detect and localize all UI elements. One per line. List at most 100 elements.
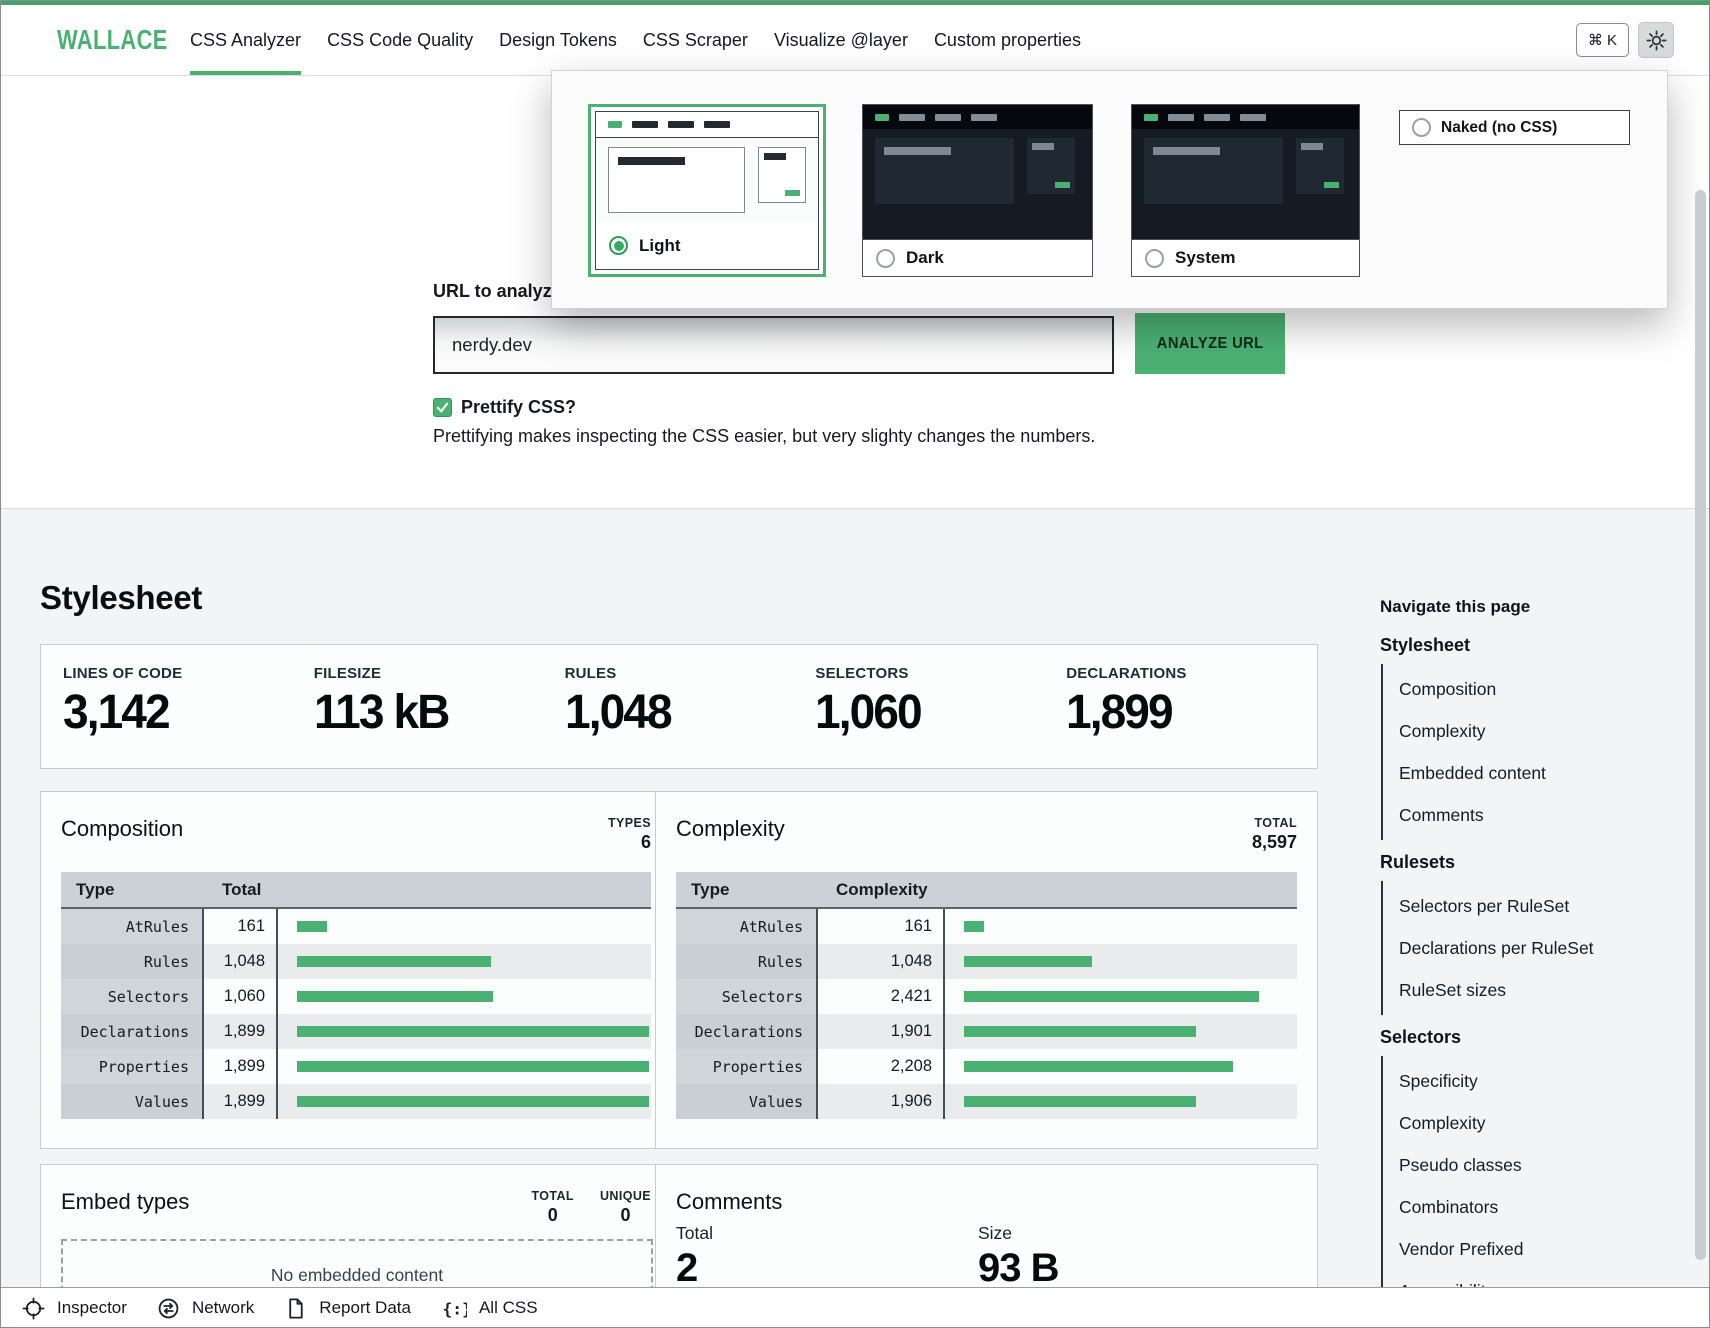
preview-navbar — [863, 105, 1092, 129]
page-nav-item-declarations-per-ruleset[interactable]: Declarations per RuleSet — [1399, 927, 1670, 969]
page-nav-item-combinators[interactable]: Combinators — [1399, 1186, 1670, 1228]
statusbar-report-data[interactable]: Report Data — [284, 1297, 411, 1320]
page-scrollbar[interactable] — [1695, 190, 1706, 1260]
page-nav-section-selectors[interactable]: Selectors — [1380, 1027, 1670, 1048]
light-label: Light — [639, 236, 681, 256]
preview-button-chip — [1324, 182, 1339, 188]
system-radio[interactable] — [1145, 249, 1164, 268]
stat-lines-of-code: LINES OF CODE 3,142 — [63, 665, 314, 768]
dark-label: Dark — [906, 248, 944, 268]
preview-main-panel — [1144, 138, 1283, 204]
tab-design-tokens[interactable]: Design Tokens — [499, 5, 617, 75]
comments-card: Comments Total 2 Size 93 B — [655, 1164, 1318, 1288]
theme-picker-panel: Light Dark — [551, 70, 1668, 309]
complexity-table: Type Complexity AtRules 161 Rules 1,048 … — [676, 872, 1297, 1119]
comments-total-metric: Total 2 — [676, 1223, 978, 1288]
table-row: Properties 2,208 — [676, 1049, 1297, 1084]
tab-css-scraper[interactable]: CSS Scraper — [643, 5, 748, 75]
complexity-bar — [964, 956, 1092, 967]
theme-option-naked[interactable]: Naked (no CSS) — [1399, 110, 1630, 145]
inspector-crosshair-icon — [22, 1297, 45, 1320]
statusbar-all-css[interactable]: {:} All CSS — [441, 1297, 538, 1320]
tab-custom-properties[interactable]: Custom properties — [934, 5, 1081, 75]
url-input[interactable] — [433, 316, 1114, 374]
table-row: Values 1,899 — [61, 1084, 651, 1119]
preview-nav-chip — [632, 121, 658, 128]
theme-light-row: Light — [596, 222, 818, 269]
complexity-bar — [964, 1026, 1196, 1037]
embed-total-meta: TOTAL 0 — [531, 1189, 574, 1226]
all-css-braces-icon: {:} — [441, 1297, 467, 1320]
dark-radio[interactable] — [876, 249, 895, 268]
tab-visualize-layer[interactable]: Visualize @layer — [774, 5, 908, 75]
page-nav-item-pseudo-classes[interactable]: Pseudo classes — [1399, 1144, 1670, 1186]
theme-preview-system — [1132, 105, 1359, 239]
stat-declarations: DECLARATIONS 1,899 — [1066, 665, 1317, 768]
prettify-checkbox[interactable] — [433, 398, 452, 417]
stylesheet-stats-card: LINES OF CODE 3,142 FILESIZE 113 kB RULE… — [40, 644, 1318, 769]
statusbar-inspector[interactable]: Inspector — [22, 1297, 127, 1320]
preview-logo-chip — [1144, 114, 1158, 121]
theme-option-light[interactable]: Light — [588, 104, 826, 277]
embed-unique-meta: UNIQUE 0 — [600, 1189, 651, 1226]
preview-nav-chip — [1168, 114, 1194, 121]
table-row: AtRules 161 — [676, 909, 1297, 944]
complexity-card: Complexity TOTAL 8,597 Type Complexity A… — [655, 791, 1318, 1149]
top-navbar: WALLACE CSS Analyzer CSS Code Quality De… — [0, 5, 1710, 76]
composition-card: Composition TYPES 6 Type Total AtRules 1… — [40, 791, 672, 1149]
complexity-title: Complexity — [676, 816, 785, 842]
preview-text-bar — [1301, 143, 1323, 150]
theme-toggle-button[interactable] — [1638, 22, 1674, 58]
network-icon — [157, 1297, 180, 1320]
page-nav-item-complexity[interactable]: Complexity — [1399, 710, 1670, 752]
prettify-label: Prettify CSS? — [461, 397, 576, 418]
preview-text-bar — [764, 153, 786, 160]
naked-label: Naked (no CSS) — [1441, 119, 1557, 137]
table-row: Declarations 1,899 — [61, 1014, 651, 1049]
complexity-bar — [964, 1096, 1196, 1107]
page-nav-item-composition[interactable]: Composition — [1399, 668, 1670, 710]
composition-bar — [297, 991, 493, 1002]
page-nav-item-comments[interactable]: Comments — [1399, 794, 1670, 836]
embed-types-card: Embed types TOTAL 0 UNIQUE 0 No embedded… — [40, 1164, 672, 1288]
statusbar-network[interactable]: Network — [157, 1297, 254, 1320]
page-nav-section-stylesheet[interactable]: Stylesheet — [1380, 635, 1670, 656]
complexity-bar — [964, 1061, 1233, 1072]
preview-nav-chip — [899, 114, 925, 121]
light-radio[interactable] — [609, 236, 628, 255]
command-palette-shortcut-button[interactable]: ⌘ K — [1576, 23, 1629, 57]
devtools-statusbar: Inspector Network Report Data {:} All CS… — [0, 1287, 1710, 1328]
page-nav-item-selectors-per-ruleset[interactable]: Selectors per RuleSet — [1399, 885, 1670, 927]
page-nav-item-vendor-prefixed[interactable]: Vendor Prefixed — [1399, 1228, 1670, 1270]
preview-side-panel — [1296, 138, 1344, 194]
composition-title: Composition — [61, 816, 183, 842]
prettify-help-text: Prettifying makes inspecting the CSS eas… — [433, 426, 1095, 447]
page-nav-section-rulesets[interactable]: Rulesets — [1380, 852, 1670, 873]
tab-css-code-quality[interactable]: CSS Code Quality — [327, 5, 473, 75]
table-row: AtRules 161 — [61, 909, 651, 944]
composition-bar — [297, 1061, 649, 1072]
table-row: Declarations 1,901 — [676, 1014, 1297, 1049]
embed-types-title: Embed types — [61, 1189, 189, 1215]
tab-css-analyzer[interactable]: CSS Analyzer — [190, 5, 301, 75]
naked-radio[interactable] — [1412, 118, 1431, 137]
page-nav-item-embedded-content[interactable]: Embedded content — [1399, 752, 1670, 794]
report-section: Stylesheet LINES OF CODE 3,142 FILESIZE … — [0, 508, 1710, 1287]
page-nav-item-selectors-complexity[interactable]: Complexity — [1399, 1102, 1670, 1144]
preview-button-chip — [1055, 182, 1070, 188]
svg-text:{:}: {:} — [442, 1299, 467, 1318]
preview-body — [596, 138, 818, 222]
nav-tabs: CSS Analyzer CSS Code Quality Design Tok… — [190, 5, 1081, 75]
theme-option-dark[interactable]: Dark — [862, 104, 1093, 277]
analyze-url-button[interactable]: ANALYZE URL — [1135, 313, 1285, 374]
preview-nav-chip — [704, 121, 730, 128]
composition-types-meta: TYPES 6 — [608, 816, 651, 853]
preview-nav-chip — [1240, 114, 1266, 121]
wallace-logo[interactable]: WALLACE — [57, 24, 190, 56]
page-nav-item-ruleset-sizes[interactable]: RuleSet sizes — [1399, 969, 1670, 1011]
table-row: Selectors 2,421 — [676, 979, 1297, 1014]
page-nav-item-specificity[interactable]: Specificity — [1399, 1060, 1670, 1102]
prettify-row: Prettify CSS? — [433, 397, 576, 418]
preview-nav-chip — [668, 121, 694, 128]
theme-option-system[interactable]: System — [1131, 104, 1360, 277]
